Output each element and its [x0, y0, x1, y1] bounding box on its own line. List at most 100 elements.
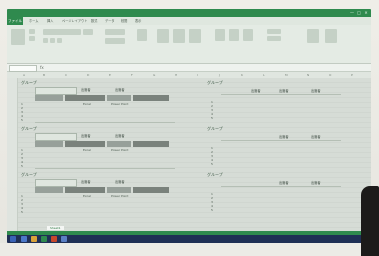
- cut-icon[interactable]: [29, 29, 35, 34]
- tab-data[interactable]: データ: [105, 17, 115, 25]
- fill-button[interactable]: [267, 36, 281, 41]
- header-bar: [35, 187, 63, 193]
- header-bar: [35, 95, 63, 101]
- header-bar: [65, 141, 105, 147]
- excel-title-bar: — □ ✕: [7, 9, 371, 17]
- header-bar: [133, 141, 169, 147]
- row-divider: [35, 168, 175, 169]
- header-attendee: 出席者: [311, 181, 321, 185]
- close-button[interactable]: ✕: [363, 10, 369, 15]
- group-title: グループ: [207, 172, 223, 177]
- row-headers: [7, 78, 18, 231]
- ie-icon[interactable]: [21, 236, 27, 242]
- font-size-select[interactable]: [83, 29, 93, 35]
- header-bar: [65, 187, 105, 193]
- tab-formulas[interactable]: 数式: [91, 17, 97, 25]
- excel-icon[interactable]: [41, 236, 47, 242]
- name-box[interactable]: [9, 65, 37, 72]
- cell-powerpoint[interactable]: Power Point: [111, 194, 128, 198]
- cell-excel[interactable]: Excel: [83, 194, 91, 198]
- number-format-icon[interactable]: [137, 29, 147, 41]
- header-attendee: 出席者: [115, 88, 125, 92]
- tab-review[interactable]: 校閲: [121, 17, 127, 25]
- row-number: 5: [211, 116, 213, 120]
- group-title: グループ: [21, 80, 37, 85]
- group-title: グループ: [21, 126, 37, 131]
- row-divider: [221, 186, 341, 187]
- delete-cells-button[interactable]: [229, 29, 239, 41]
- format-cells-button[interactable]: [243, 29, 253, 41]
- row-number: 5: [21, 118, 23, 122]
- ribbon-tabs: ファイル ホーム 挿入 ページレイアウト 数式 データ 校閲 表示: [7, 17, 371, 25]
- group-title: グループ: [21, 172, 37, 177]
- group-title: グループ: [207, 126, 223, 131]
- conditional-format-button[interactable]: [157, 29, 169, 43]
- folder-icon[interactable]: [31, 236, 37, 242]
- cell-powerpoint[interactable]: Power Point: [111, 102, 128, 106]
- header-attendee: 出席者: [81, 88, 91, 92]
- header-bar: [65, 95, 105, 101]
- minimize-button[interactable]: —: [349, 10, 355, 15]
- group-title: グループ: [207, 80, 223, 85]
- fx-icon[interactable]: fx: [40, 64, 44, 71]
- header-attendee: 出席者: [279, 89, 289, 93]
- cell-styles-button[interactable]: [189, 29, 201, 43]
- find-select-button[interactable]: [325, 29, 337, 43]
- insert-cells-button[interactable]: [215, 29, 225, 41]
- worksheet-grid[interactable]: グループ 出席者 出席者 1 2 3 4 5 Excel Power Point…: [7, 78, 371, 231]
- header-attendee: 出席者: [279, 181, 289, 185]
- row-divider: [221, 140, 341, 141]
- header-attendee: 出席者: [311, 89, 321, 93]
- align-buttons[interactable]: [105, 29, 125, 35]
- format-as-table-button[interactable]: [173, 29, 185, 43]
- cell-excel[interactable]: Excel: [83, 148, 91, 152]
- windows-taskbar: [7, 235, 371, 243]
- tab-insert[interactable]: 挿入: [47, 17, 53, 25]
- header-cell: [35, 87, 77, 95]
- italic-button[interactable]: [50, 38, 55, 43]
- row-number: 5: [211, 162, 213, 166]
- tab-view[interactable]: 表示: [135, 17, 141, 25]
- wrap-merge-buttons[interactable]: [105, 38, 125, 44]
- header-attendee: 出席者: [251, 89, 261, 93]
- bold-button[interactable]: [43, 38, 48, 43]
- header-cell: [35, 179, 77, 187]
- header-attendee: 出席者: [115, 134, 125, 138]
- tab-home[interactable]: ホーム: [29, 17, 38, 25]
- header-attendee: 出席者: [81, 134, 91, 138]
- row-number: 5: [211, 208, 213, 212]
- header-attendee: 出席者: [311, 135, 321, 139]
- presenter-silhouette: [361, 186, 379, 256]
- tab-page-layout[interactable]: ページレイアウト: [62, 17, 87, 25]
- font-name-select[interactable]: [43, 29, 81, 35]
- formula-bar: fx: [7, 64, 371, 72]
- header-bar: [133, 187, 169, 193]
- header-cell: [35, 133, 77, 141]
- header-bar: [107, 141, 131, 147]
- paste-button[interactable]: [11, 29, 25, 45]
- header-bar: [35, 141, 63, 147]
- header-attendee: 出席者: [81, 180, 91, 184]
- powerpoint-icon[interactable]: [51, 236, 57, 242]
- header-attendee: 出席者: [279, 135, 289, 139]
- sheet-tab[interactable]: Sheet1: [47, 226, 64, 230]
- header-bar: [107, 187, 131, 193]
- start-icon[interactable]: [10, 236, 16, 242]
- cell-powerpoint[interactable]: Power Point: [111, 148, 128, 152]
- header-attendee: 出席者: [115, 180, 125, 184]
- sort-filter-button[interactable]: [307, 29, 319, 43]
- maximize-button[interactable]: □: [356, 10, 362, 15]
- header-bar: [107, 95, 131, 101]
- cell-excel[interactable]: Excel: [83, 102, 91, 106]
- copy-icon[interactable]: [29, 36, 35, 41]
- autosum-button[interactable]: [267, 29, 281, 34]
- row-number: 5: [21, 210, 23, 214]
- header-bar: [133, 95, 169, 101]
- row-divider: [35, 122, 175, 123]
- ribbon: [7, 25, 371, 64]
- app-icon[interactable]: [61, 236, 67, 242]
- underline-button[interactable]: [57, 38, 62, 43]
- screen-bottom-edge: [0, 243, 379, 256]
- projected-screen: — □ ✕ ファイル ホーム 挿入 ページレイアウト 数式 データ 校閲 表示: [7, 9, 371, 243]
- file-tab[interactable]: ファイル: [7, 17, 23, 25]
